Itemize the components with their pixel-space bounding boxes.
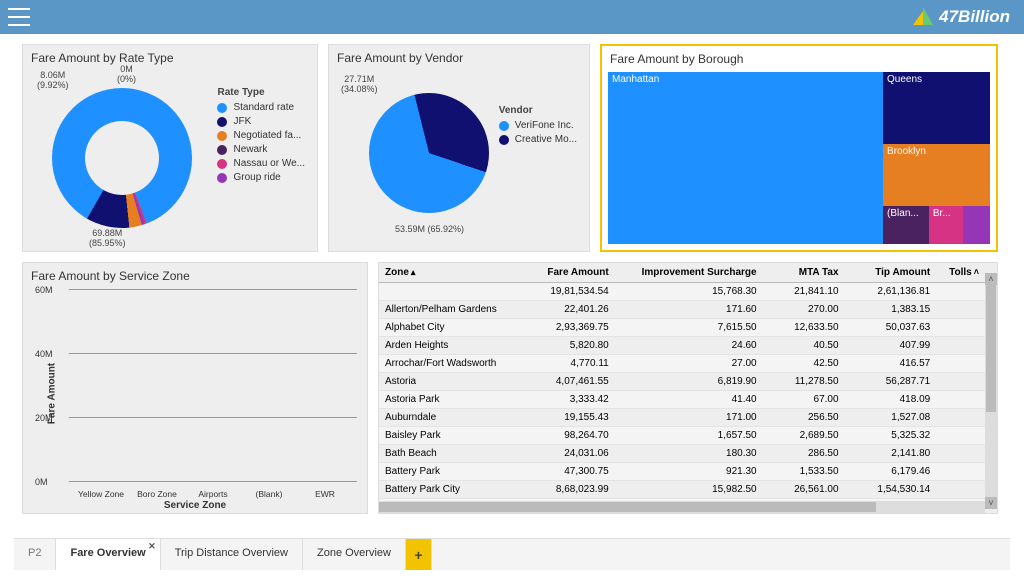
card-title: Fare Amount by Vendor — [329, 45, 589, 67]
scroll-down-icon[interactable]: ˅ — [985, 497, 997, 509]
donut-label-mid: 8.06M (9.92%) — [37, 71, 69, 91]
x-axis-label: Service Zone — [164, 500, 226, 511]
tab-p2[interactable]: P2 — [14, 539, 56, 570]
tab-fare-overview[interactable]: Fare Overview✕ — [56, 539, 160, 570]
treemap-tile-queens[interactable]: Queens — [883, 72, 990, 144]
donut-chart[interactable] — [52, 88, 192, 228]
bar-category-label: Boro Zone — [127, 489, 187, 499]
tab-trip-distance[interactable]: Trip Distance Overview — [161, 539, 303, 570]
brand-logo: 47Billion — [913, 7, 1010, 27]
table-row[interactable]: Battery Park City8,68,023.9915,982.5026,… — [379, 481, 985, 499]
table-row[interactable]: Arrochar/Fort Wadsworth4,770.1127.0042.5… — [379, 355, 985, 373]
table-row[interactable]: 19,81,534.5415,768.3021,841.102,61,136.8… — [379, 283, 985, 301]
bar-category-label: Airports — [183, 489, 243, 499]
card-title: Fare Amount by Rate Type — [23, 45, 317, 67]
scrollbar-thumb[interactable] — [986, 285, 996, 412]
bar-category-label: EWR — [295, 489, 355, 499]
table-row[interactable]: Allerton/Pelham Gardens22,401.26171.6027… — [379, 301, 985, 319]
top-bar: 47Billion — [0, 0, 1024, 34]
table-row[interactable]: Auburndale19,155.43171.00256.501,527.08 — [379, 409, 985, 427]
card-fare-by-rate-type[interactable]: Fare Amount by Rate Type 69.88M (85.95%)… — [22, 44, 318, 252]
hamburger-menu-icon[interactable] — [8, 8, 30, 26]
table-row[interactable]: Battery Park47,300.75921.301,533.506,179… — [379, 463, 985, 481]
bar-chart[interactable]: 0M20M40M60MYellow ZoneBoro ZoneAirports(… — [69, 289, 357, 481]
sort-asc-icon[interactable]: ▴ — [411, 267, 416, 277]
zone-table[interactable]: Zone▴Fare AmountImprovement SurchargeMTA… — [379, 263, 985, 501]
tab-zone-overview[interactable]: Zone Overview — [303, 539, 406, 570]
dashboard-canvas: Fare Amount by Rate Type 69.88M (85.95%)… — [12, 34, 1008, 534]
table-row[interactable]: Baisley Park98,264.701,657.502,689.505,3… — [379, 427, 985, 445]
treemap-tile-brooklyn[interactable]: Brooklyn — [883, 144, 990, 206]
treemap-tile-other[interactable] — [963, 206, 990, 244]
table-row[interactable]: Arden Heights5,820.8024.6040.50407.99 — [379, 337, 985, 355]
horizontal-scrollbar[interactable] — [379, 501, 985, 513]
card-title: Fare Amount by Service Zone — [23, 263, 367, 285]
table-row[interactable]: Astoria4,07,461.556,819.9011,278.5056,28… — [379, 373, 985, 391]
legend-rate-type: Rate Type Standard rate JFK Negotiated f… — [217, 87, 305, 186]
card-fare-by-service-zone[interactable]: Fare Amount by Service Zone Fare Amount … — [22, 262, 368, 514]
card-fare-by-vendor[interactable]: Fare Amount by Vendor 27.71M (34.08%) 53… — [328, 44, 590, 252]
sheet-tab-bar: P2 Fare Overview✕ Trip Distance Overview… — [14, 538, 1010, 570]
pie-label-b: 53.59M (65.92%) — [395, 225, 464, 235]
legend-vendor: Vendor VeriFone Inc. Creative Mo... — [499, 105, 577, 148]
pie-label-a: 27.71M (34.08%) — [341, 75, 378, 95]
table-header[interactable]: Fare Amount — [523, 263, 615, 283]
treemap-tile-manhattan[interactable]: Manhattan — [608, 72, 883, 244]
donut-label-major: 69.88M (85.95%) — [89, 229, 126, 249]
bar-category-label: (Blank) — [239, 489, 299, 499]
table-header[interactable]: Tip Amount — [845, 263, 937, 283]
card-zone-table[interactable]: Zone▴Fare AmountImprovement SurchargeMTA… — [378, 262, 998, 514]
close-icon[interactable]: ✕ — [148, 541, 156, 552]
table-header[interactable]: MTA Tax — [763, 263, 845, 283]
table-header[interactable]: Improvement Surcharge — [615, 263, 763, 283]
table-row[interactable]: Astoria Park3,333.4241.4067.00418.09 — [379, 391, 985, 409]
add-tab-button[interactable]: + — [406, 539, 432, 570]
table-row[interactable]: Bath Beach24,031.06180.30286.502,141.80 — [379, 445, 985, 463]
treemap-tile-blank[interactable]: (Blan... — [883, 206, 929, 244]
table-header[interactable]: Tolls˄ — [936, 263, 985, 283]
brand-glyph-icon — [913, 7, 933, 27]
brand-name: 47Billion — [939, 7, 1010, 27]
vertical-scrollbar[interactable]: ˄ ˅ — [985, 285, 997, 497]
card-fare-by-borough[interactable]: Fare Amount by Borough Manhattan Queens … — [600, 44, 998, 252]
donut-label-small: 0M (0%) — [117, 65, 136, 85]
bar-category-label: Yellow Zone — [71, 489, 131, 499]
scrollbar-thumb[interactable] — [379, 502, 876, 512]
treemap-chart[interactable]: Manhattan Queens Brooklyn (Blan... Br... — [608, 72, 990, 244]
table-header[interactable]: Zone▴ — [379, 263, 523, 283]
pie-chart[interactable] — [369, 93, 489, 213]
treemap-tile-bronx[interactable]: Br... — [929, 206, 963, 244]
table-row[interactable]: Alphabet City2,93,369.757,615.5012,633.5… — [379, 319, 985, 337]
scroll-up-icon[interactable]: ˄ — [985, 273, 997, 285]
card-title: Fare Amount by Borough — [602, 46, 996, 68]
